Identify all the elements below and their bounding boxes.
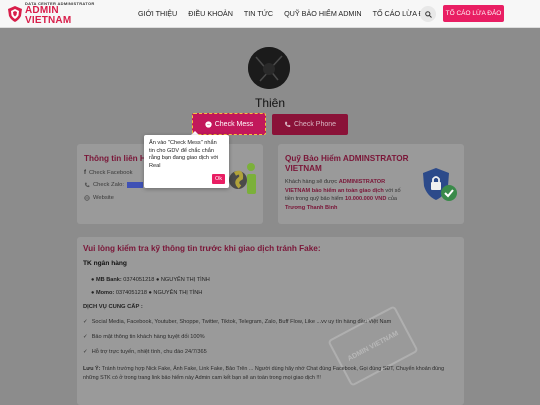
search-icon — [424, 10, 432, 18]
facebook-row[interactable]: f Check Facebook — [84, 170, 133, 176]
zalo-number-badge[interactable] — [126, 182, 143, 188]
website-link[interactable]: Website — [93, 195, 114, 201]
facebook-icon: f — [84, 170, 86, 176]
check-mess-label: Check Mess — [214, 120, 254, 128]
nav-item-about[interactable]: GIỚI THIỆU — [138, 9, 177, 18]
globe-icon — [84, 195, 90, 201]
insurance-person: Trương Thanh Bình — [285, 204, 338, 211]
contact-info-title: Thông tin liên Hệ — [84, 154, 151, 163]
bank-detail: 0374051218 ● NGUYỄN THỊ TÌNH — [121, 277, 210, 283]
main-nav: GIỚI THIỆU ĐIỀU KHOẢN TIN TỨC QUỸ BẢO HI… — [138, 9, 434, 18]
note-text: Tránh trường hợp Nick Fake, Ảnh Fake, Li… — [83, 366, 445, 381]
nav-item-insurance[interactable]: QUỸ BẢO HIỂM ADMIN — [284, 9, 361, 18]
service-item: ✓ Bảo mật thông tin khách hàng tuyệt đối … — [83, 334, 205, 340]
check-phone-button[interactable]: Check Phone — [272, 114, 348, 135]
watermark-text: ADMIN VIETNAM — [346, 329, 400, 363]
check-phone-label: Check Phone — [293, 121, 337, 128]
avatar — [248, 47, 290, 89]
service-text: Social Media, Facebook, Youtuber, Shoppe… — [91, 319, 392, 325]
insurance-title: Quỹ Bảo Hiểm ADMINSTRATOR VIETNAM — [285, 154, 409, 174]
report-scam-button[interactable]: TỐ CÁO LỪA ĐẢO — [443, 5, 504, 22]
check-icon: ✓ — [83, 319, 88, 325]
shield-check-icon — [423, 168, 457, 201]
phone-icon — [84, 182, 90, 188]
service-text: Bảo mật thông tin khách hàng tuyệt đối 1… — [91, 334, 205, 340]
bank-detail: 0374051218 ● NGUYỄN THỊ TÌNH — [114, 290, 203, 296]
warning-note: Lưu Ý: Tránh trường hợp Nick Fake, Ảnh F… — [83, 365, 457, 382]
nav-item-news[interactable]: TIN TỨC — [244, 9, 273, 18]
check-icon: ✓ — [83, 334, 88, 340]
insurance-text-1: Khách hàng sẽ được — [285, 179, 339, 185]
warning-title: Vui lòng kiểm tra kỹ thông tin trước khi… — [83, 244, 321, 253]
bank-row-mb: ● MB Bank: 0374051218 ● NGUYỄN THỊ TÌNH — [91, 277, 210, 283]
check-icon: ✓ — [83, 349, 88, 355]
avatar-image — [248, 47, 290, 89]
bank-row-momo: ● Momo: 0374051218 ● NGUYỄN THỊ TÌNH — [91, 290, 203, 296]
insurance-card: Quỹ Bảo Hiểm ADMINSTRATOR VIETNAM Khách … — [278, 144, 464, 224]
service-item: ✓ Social Media, Facebook, Youtuber, Shopp… — [83, 319, 391, 325]
messenger-icon — [205, 120, 212, 128]
bank-heading: TK ngân hàng — [83, 260, 127, 267]
note-label: Lưu Ý: — [83, 366, 101, 372]
phone-icon — [285, 121, 291, 128]
check-mess-button[interactable]: Check Mess — [192, 113, 266, 135]
bank-name: Momo: — [95, 290, 115, 296]
check-mess-tooltip: Ấn vào "Check Mess" nhắn tin cho GDV để … — [144, 135, 229, 188]
insurance-description: Khách hàng sẽ được ADMINISTRATOR VIETNAM… — [285, 178, 410, 213]
zalo-label: Check Zalo: — [93, 182, 124, 188]
insurance-amount: 10.000.000 VND — [345, 196, 387, 203]
service-item: ✓ Hỗ trợ trực tuyến, nhiệt tình, chu đáo … — [83, 349, 207, 355]
profile-name: Thiên — [254, 96, 286, 110]
facebook-link[interactable]: Check Facebook — [89, 170, 133, 176]
zalo-row[interactable]: Check Zalo: — [84, 182, 143, 188]
logo-name: ADMIN VIETNAM — [24, 4, 72, 26]
website-row[interactable]: Website — [84, 195, 114, 201]
site-header: DATA CENTER ADMINISTRATOR ADMIN VIETNAM … — [0, 0, 540, 28]
si-logo-icon — [229, 163, 256, 194]
bank-name: MB Bank: — [95, 277, 122, 283]
tooltip-ok-button[interactable]: Ok — [211, 174, 225, 184]
insurance-text-3: của — [386, 196, 397, 203]
service-text: Hỗ trợ trực tuyến, nhiệt tình, chu đáo 2… — [91, 349, 207, 355]
services-heading: DỊCH VỤ CUNG CẤP : — [83, 304, 143, 310]
warning-section: Vui lòng kiểm tra kỹ thông tin trước khi… — [77, 237, 464, 405]
tooltip-text: Ấn vào "Check Mess" nhắn tin cho GDV để … — [149, 140, 219, 169]
shield-logo-icon — [8, 5, 22, 22]
site-logo[interactable]: DATA CENTER ADMINISTRATOR ADMIN VIETNAM — [8, 1, 108, 26]
search-button[interactable] — [420, 6, 436, 22]
nav-item-terms[interactable]: ĐIỀU KHOẢN — [188, 9, 233, 18]
